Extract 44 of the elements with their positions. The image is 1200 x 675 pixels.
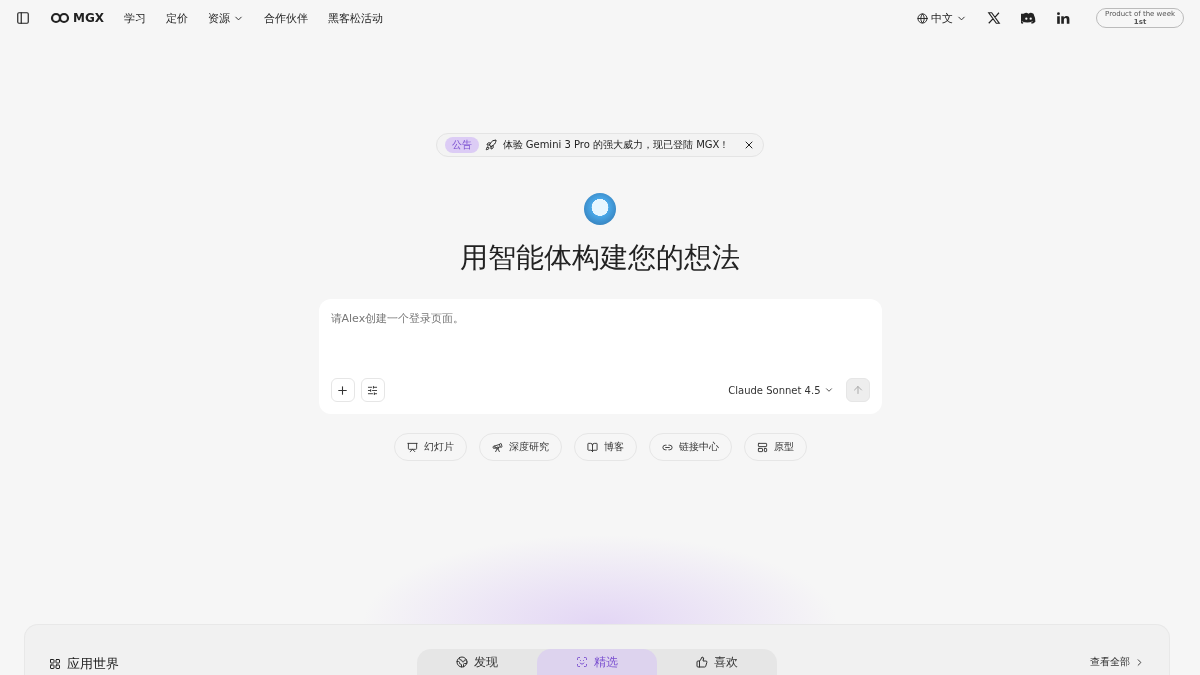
book-icon <box>586 441 598 453</box>
chat-logo-icon[interactable] <box>1021 12 1037 24</box>
prompt-field[interactable]: 请Alex创建一个登录页面。 Claude Sonnet 4.5 <box>318 299 882 414</box>
nav-link[interactable]: 合作伙伴 <box>264 10 309 26</box>
logo-icon <box>50 11 70 25</box>
nav-link[interactable]: 学习 <box>124 10 147 26</box>
sliders-icon <box>367 384 378 396</box>
slides-icon <box>406 441 418 453</box>
headline: 用智能体构建您的想法 <box>460 240 740 276</box>
telescope-icon <box>491 441 503 453</box>
suggestion-chip[interactable]: 幻灯片 <box>393 433 467 461</box>
chevron-down-icon <box>823 385 834 395</box>
tab[interactable]: 喜欢 <box>657 649 777 675</box>
plus-icon <box>336 383 349 397</box>
arrow-up-icon <box>851 384 864 396</box>
section-title: 应用世界 <box>67 655 119 673</box>
suggestion-chip[interactable]: 原型 <box>743 433 807 461</box>
grid-icon <box>49 658 61 670</box>
nav-link[interactable]: 资源 <box>208 10 245 26</box>
add-button[interactable] <box>330 378 355 402</box>
language-selector[interactable]: 中文 <box>917 10 968 26</box>
view-all-link[interactable]: 查看全部 <box>777 655 1145 675</box>
tab[interactable]: 发现 <box>417 649 537 675</box>
suggestion-chip[interactable]: 链接中心 <box>648 433 732 461</box>
announcement-tag: 公告 <box>444 137 479 153</box>
thumbs-up-icon <box>696 656 708 668</box>
sidebar-toggle-icon[interactable] <box>16 11 30 25</box>
avatar-circle <box>584 193 616 225</box>
tab[interactable]: 精选 <box>537 649 657 675</box>
nav-link[interactable]: 定价 <box>166 10 189 26</box>
suggestion-chip[interactable]: 深度研究 <box>478 433 562 461</box>
x-logo-icon[interactable] <box>987 11 1002 25</box>
layout-icon <box>756 441 768 453</box>
settings-button[interactable] <box>360 378 385 402</box>
suggestion-chip[interactable]: 博客 <box>573 433 637 461</box>
face-icon <box>576 656 588 668</box>
globe-icon <box>917 12 929 24</box>
nav-link[interactable]: 黑客松活动 <box>328 10 384 26</box>
announcement-text: 体验 Gemini 3 Pro 的强大威力，现已登陆 MGX！ <box>502 138 730 152</box>
rocket-icon <box>484 139 497 151</box>
globe-icon <box>456 656 468 668</box>
model-selector[interactable]: Claude Sonnet 4.5 <box>722 383 840 397</box>
linkedin-logo-icon[interactable] <box>1056 11 1071 25</box>
logo-text: MGX <box>73 11 105 25</box>
